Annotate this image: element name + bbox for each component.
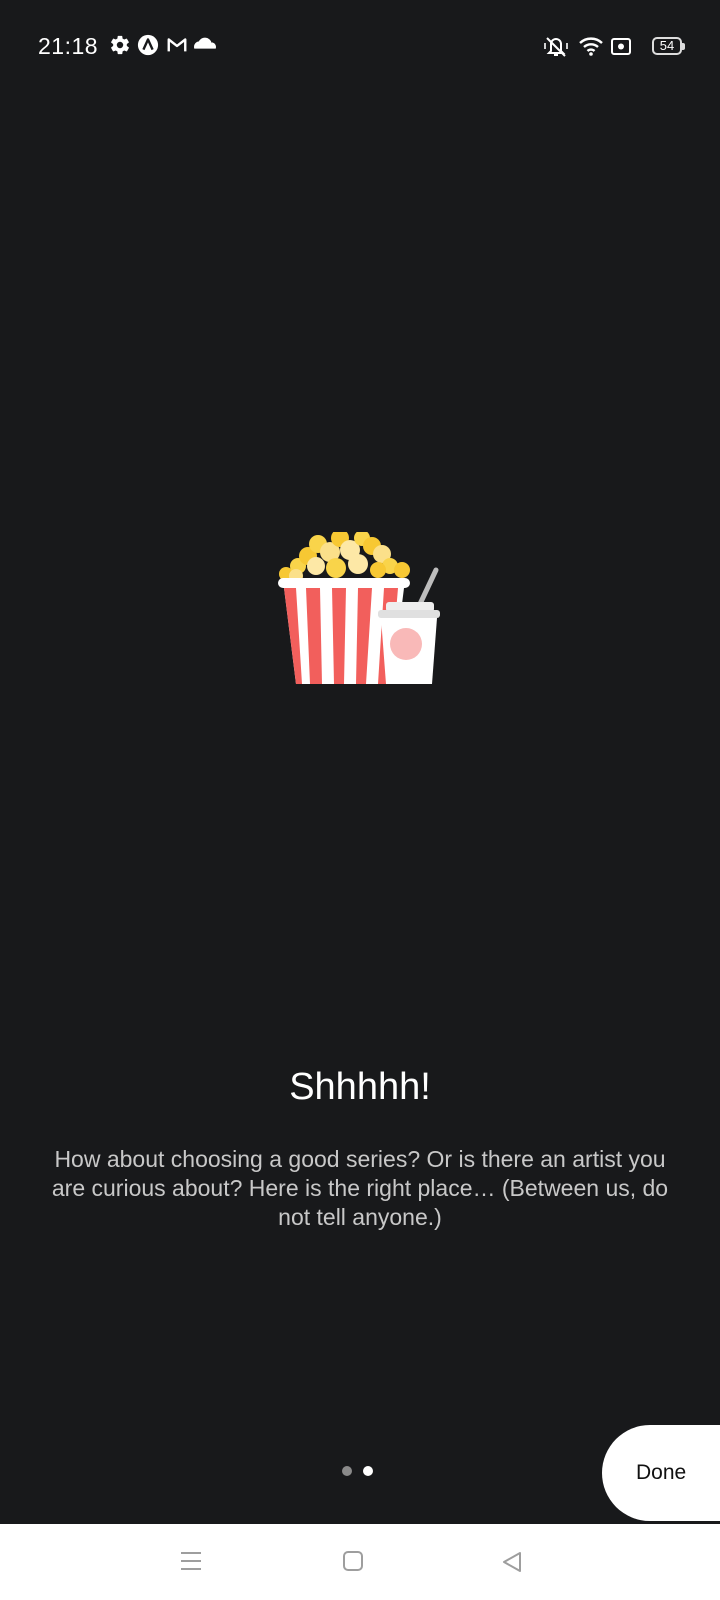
status-time: 21:18 [38, 33, 99, 59]
gmail-icon [167, 38, 187, 52]
popcorn-illustration [278, 532, 440, 684]
battery-level: 54 [659, 38, 675, 53]
vpn-a-icon [137, 34, 159, 56]
wifi-icon [579, 37, 603, 56]
page-description: How about choosing a good series? Or is … [51, 1146, 669, 1230]
menu-icon[interactable] [179, 1550, 203, 1572]
done-button[interactable]: Done [602, 1425, 720, 1521]
page-dot-1[interactable] [342, 1466, 352, 1476]
home-icon[interactable] [342, 1550, 364, 1572]
navigation-bar [0, 1524, 720, 1600]
cloud-icon [194, 37, 216, 49]
vibrate-mute-icon [544, 37, 568, 57]
page-dot-2-active[interactable] [363, 1466, 373, 1476]
screen-record-icon [611, 38, 631, 55]
back-icon[interactable] [500, 1550, 524, 1574]
page-title: Shhhhh! [289, 1066, 431, 1108]
gear-icon [111, 35, 129, 55]
battery-icon: 54 [652, 37, 685, 55]
popcorn-kernels-icon [279, 532, 410, 583]
status-bar: 21:18 54 [0, 0, 720, 92]
